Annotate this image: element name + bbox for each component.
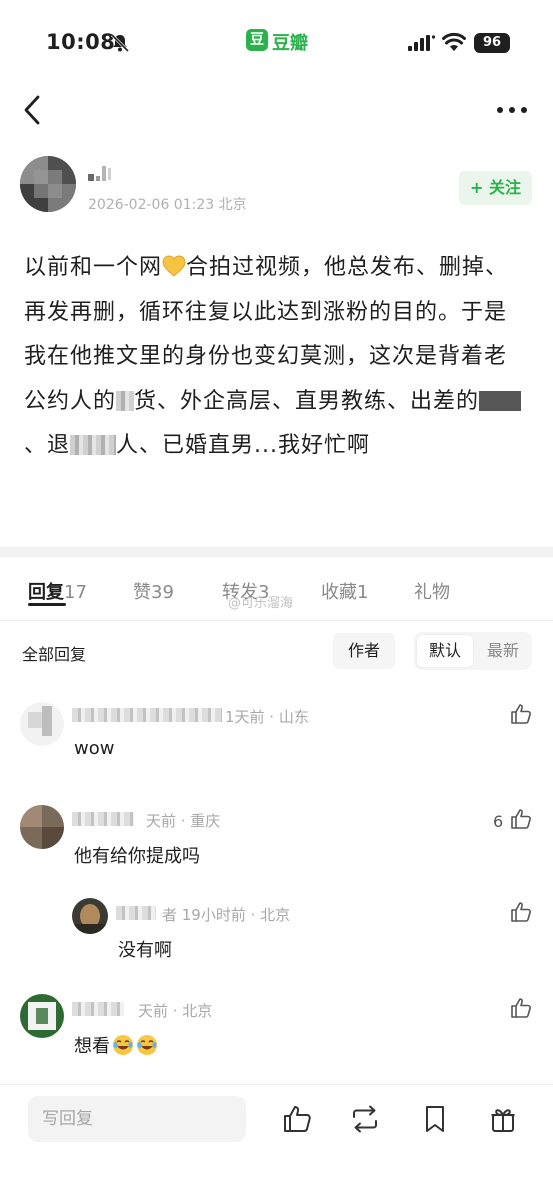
section-divider [0, 547, 553, 557]
heart-emoji [162, 255, 186, 277]
all-replies-label: 全部回复 [22, 645, 87, 664]
author-name-redacted [88, 166, 111, 181]
reply-meta: 者 19小时前 · 北京 [162, 906, 291, 924]
reply-text: 没有啊 [118, 940, 172, 961]
sort-latest-button[interactable]: 最新 [478, 635, 528, 667]
post-text-5: 人、已婚直男...我好忙啊 [116, 433, 370, 458]
redacted-text [70, 435, 117, 455]
comment-text: 他有给你提成吗 [74, 846, 200, 867]
signal-icon [408, 35, 436, 51]
post-location: 北京 [218, 197, 247, 213]
comment-text: wow [74, 738, 115, 759]
mute-icon [110, 33, 130, 53]
douban-logo-icon: 豆 [246, 29, 268, 51]
gift-icon[interactable] [488, 1104, 518, 1134]
redacted-text [116, 390, 135, 411]
sort-default-button[interactable]: 默认 [417, 635, 473, 667]
status-bar: 10:08 豆 豆瓣 96 [0, 0, 553, 80]
laugh-cry-emoji [137, 1035, 157, 1055]
post-date: 2026-02-06 01:23 [88, 197, 215, 213]
post-body: 以前和一个网 合拍过视频，他总发布、删掉、再发再删，循环往复以此达到涨粉的目的。于… [24, 246, 529, 469]
reply-username-redacted [116, 906, 156, 920]
post-meta: 2026-02-06 01:23 北京 [88, 194, 247, 214]
tab-likes[interactable]: 赞39 [133, 578, 174, 604]
thumbs-up-icon[interactable] [510, 997, 532, 1019]
active-tab-indicator [28, 603, 66, 606]
repost-icon[interactable] [350, 1104, 380, 1134]
bottom-bar-divider [0, 1084, 553, 1085]
wifi-icon [442, 32, 466, 51]
comment-meta: 天前 · 重庆 [146, 812, 221, 830]
follow-button[interactable]: + 关注 [459, 171, 532, 205]
tab-replies[interactable]: 回复17 [28, 578, 87, 604]
watermark: @可乐溜海 [228, 596, 294, 611]
post-text-3: 货、外企高层、直男教练、出差的 [134, 388, 480, 414]
comment-username-redacted [72, 812, 134, 826]
comment-meta: 1天前 · 山东 [225, 708, 309, 726]
tab-divider [0, 620, 553, 621]
thumbs-up-icon[interactable] [282, 1104, 312, 1134]
comment-avatar[interactable] [20, 994, 64, 1038]
redacted-text [479, 390, 522, 411]
comment-username-redacted [72, 708, 222, 722]
comment-text: 想看 [74, 1032, 158, 1058]
tab-gifts[interactable]: 礼物 [414, 578, 450, 604]
reply-input[interactable]: 写回复 [28, 1096, 246, 1142]
comment-avatar[interactable] [20, 702, 64, 746]
laugh-cry-emoji [113, 1035, 133, 1055]
battery-indicator: 96 [474, 33, 510, 53]
author-avatar[interactable] [20, 156, 76, 212]
bookmark-icon[interactable] [420, 1104, 450, 1134]
thumbs-up-icon[interactable] [510, 901, 532, 923]
more-icon[interactable] [494, 100, 530, 120]
status-time: 10:08 [46, 30, 116, 54]
thumbs-up-icon[interactable] [510, 808, 532, 830]
comment-username-redacted [72, 1002, 124, 1016]
post-text-4: 、退 [24, 433, 71, 458]
post-text-1: 以前和一个网 [24, 255, 163, 280]
app-name: 豆瓣 [272, 33, 308, 54]
tab-collections[interactable]: 收藏1 [321, 578, 368, 604]
comment-meta: 天前 · 北京 [138, 1002, 213, 1020]
comment-avatar[interactable] [20, 805, 64, 849]
like-count: 6 [493, 812, 504, 831]
thumbs-up-icon[interactable] [510, 703, 532, 725]
author-filter-button[interactable]: 作者 [333, 633, 395, 669]
reply-avatar[interactable] [72, 898, 108, 934]
back-icon[interactable] [18, 92, 46, 128]
